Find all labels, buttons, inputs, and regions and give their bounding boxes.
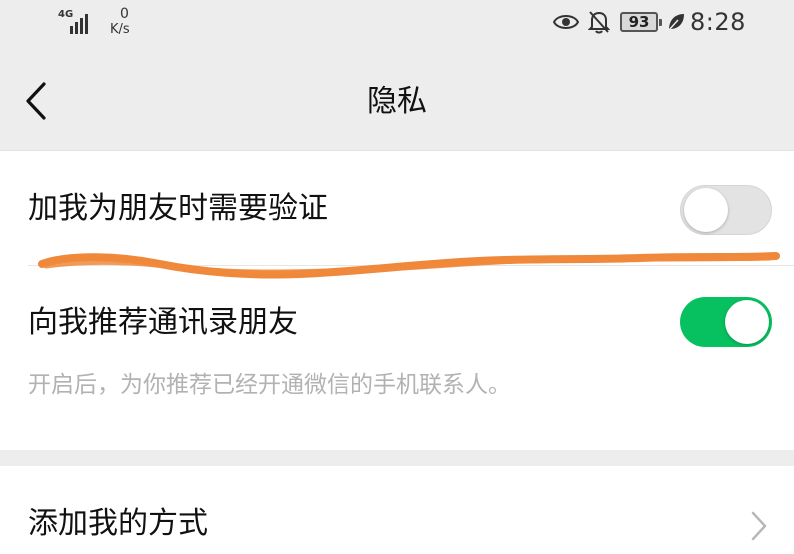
- toggle-knob: [725, 300, 769, 344]
- navigation-bar: 隐私: [0, 52, 794, 150]
- network-speed-value: 0: [120, 6, 129, 22]
- status-time: 8:28: [690, 8, 746, 36]
- recommend-contacts-description: 开启后，为你推荐已经开通微信的手机联系人。: [28, 372, 511, 398]
- chevron-right-icon: [751, 511, 767, 541]
- add-methods-card[interactable]: 添加我的方式: [0, 466, 794, 554]
- verify-friend-toggle[interactable]: [680, 185, 772, 235]
- network-speed-unit: K/s: [110, 22, 130, 37]
- friend-settings-card: 加我为朋友时需要验证 向我推荐通讯录朋友 开启后，为你推荐已经开通微信的手机联系…: [0, 150, 794, 450]
- network-speed: 0 K/s: [110, 6, 150, 38]
- recommend-contacts-label: 向我推荐通讯录朋友: [28, 305, 298, 340]
- page-title: 隐私: [367, 84, 427, 119]
- leaf-icon: [668, 14, 684, 31]
- recommend-contacts-toggle[interactable]: [680, 297, 772, 347]
- divider: [28, 265, 794, 266]
- battery-icon: 93: [620, 12, 662, 32]
- verify-friend-label: 加我为朋友时需要验证: [28, 191, 328, 226]
- bell-muted-icon: [588, 11, 610, 34]
- toggle-knob: [684, 188, 728, 232]
- status-bar: 4G 0 K/s 93 8:28: [0, 0, 794, 52]
- eye-icon: [553, 15, 579, 29]
- add-methods-label: 添加我的方式: [28, 506, 208, 541]
- cellular-signal-icon: 4G: [58, 10, 102, 36]
